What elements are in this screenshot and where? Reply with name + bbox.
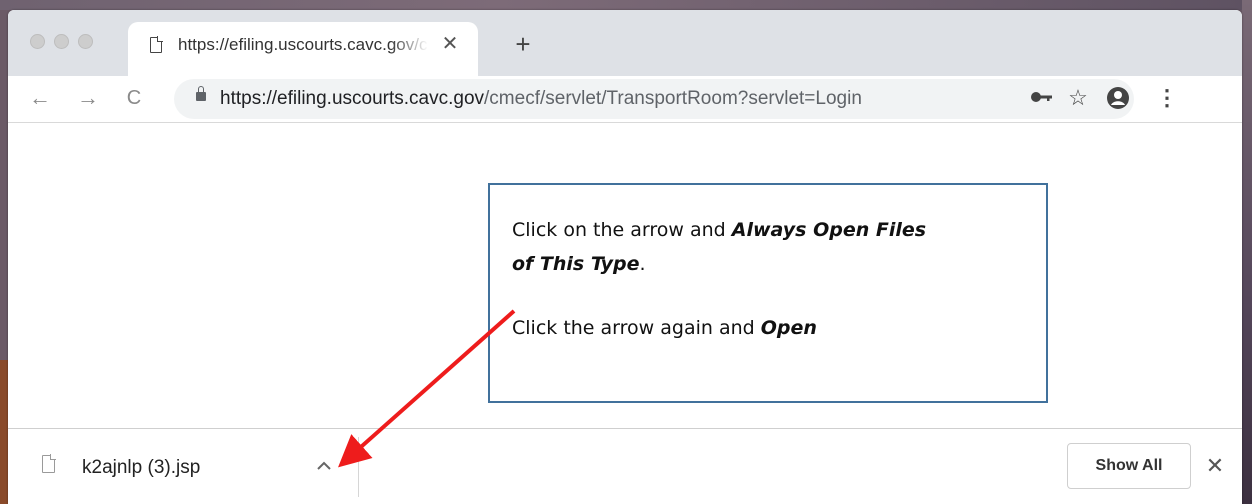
close-icon[interactable]: ✕	[1202, 453, 1228, 479]
download-bar: k2ajnlp (3).jsp Show All ✕	[8, 428, 1242, 504]
close-icon[interactable]: ✕	[438, 32, 462, 56]
url-path: /cmecf/servlet/TransportRoom?servlet=Log…	[484, 88, 862, 109]
instruction-callout: Click on the arrow and Always Open Files…	[488, 183, 1048, 403]
document-icon	[150, 36, 163, 53]
callout-line-3-text: Click the arrow again and	[512, 317, 761, 339]
back-button[interactable]: ←	[26, 84, 54, 112]
callout-line-2-emphasis: of This Type	[512, 253, 640, 275]
window-zoom-dot[interactable]	[78, 34, 93, 49]
callout-line-1: Click on the arrow and Always Open Files	[512, 213, 926, 247]
forward-button[interactable]: →	[74, 84, 102, 112]
browser-window: https://efiling.uscourts.cavc.gov/cmecf/…	[8, 10, 1242, 504]
key-icon[interactable]	[1030, 90, 1054, 104]
account-icon[interactable]	[1106, 86, 1130, 110]
url-text[interactable]: https://efiling.uscourts.cavc.gov/cmecf/…	[220, 88, 862, 110]
window-close-dot[interactable]	[30, 34, 45, 49]
show-all-button[interactable]: Show All	[1067, 443, 1191, 489]
desktop-background	[0, 0, 1252, 10]
window-minimize-dot[interactable]	[54, 34, 69, 49]
download-file-name[interactable]: k2ajnlp (3).jsp	[82, 457, 200, 479]
callout-line-2: of This Type.	[512, 247, 646, 281]
menu-icon[interactable]: ⋮	[1156, 84, 1178, 112]
callout-line-1-emphasis: Always Open Files	[731, 219, 927, 241]
tab-title: https://efiling.uscourts.cavc.gov/cmecf/…	[178, 35, 428, 54]
chevron-up-icon[interactable]	[313, 455, 335, 477]
address-bar[interactable]: https://efiling.uscourts.cavc.gov/cmecf/…	[174, 79, 1134, 119]
divider	[358, 437, 359, 497]
toolbar: ← → C https://efiling.uscourts.cavc.gov/…	[8, 76, 1242, 123]
callout-line-3-emphasis: Open	[760, 317, 817, 339]
file-icon	[42, 454, 56, 473]
desktop-background-left	[0, 360, 8, 504]
callout-line-2-text: .	[639, 253, 646, 275]
callout-line-3: Click the arrow again and Open	[512, 311, 817, 345]
lock-icon	[196, 86, 206, 101]
star-icon[interactable]: ☆	[1064, 84, 1092, 112]
desktop-background-right	[1242, 0, 1252, 504]
callout-line-1-text: Click on the arrow and	[512, 219, 732, 241]
url-host: https://efiling.uscourts.cavc.gov	[220, 88, 485, 109]
new-tab-button[interactable]: +	[510, 31, 536, 57]
reload-button[interactable]: C	[120, 84, 148, 112]
tab-strip: https://efiling.uscourts.cavc.gov/cmecf/…	[8, 10, 1242, 76]
active-tab[interactable]: https://efiling.uscourts.cavc.gov/cmecf/…	[128, 22, 478, 76]
